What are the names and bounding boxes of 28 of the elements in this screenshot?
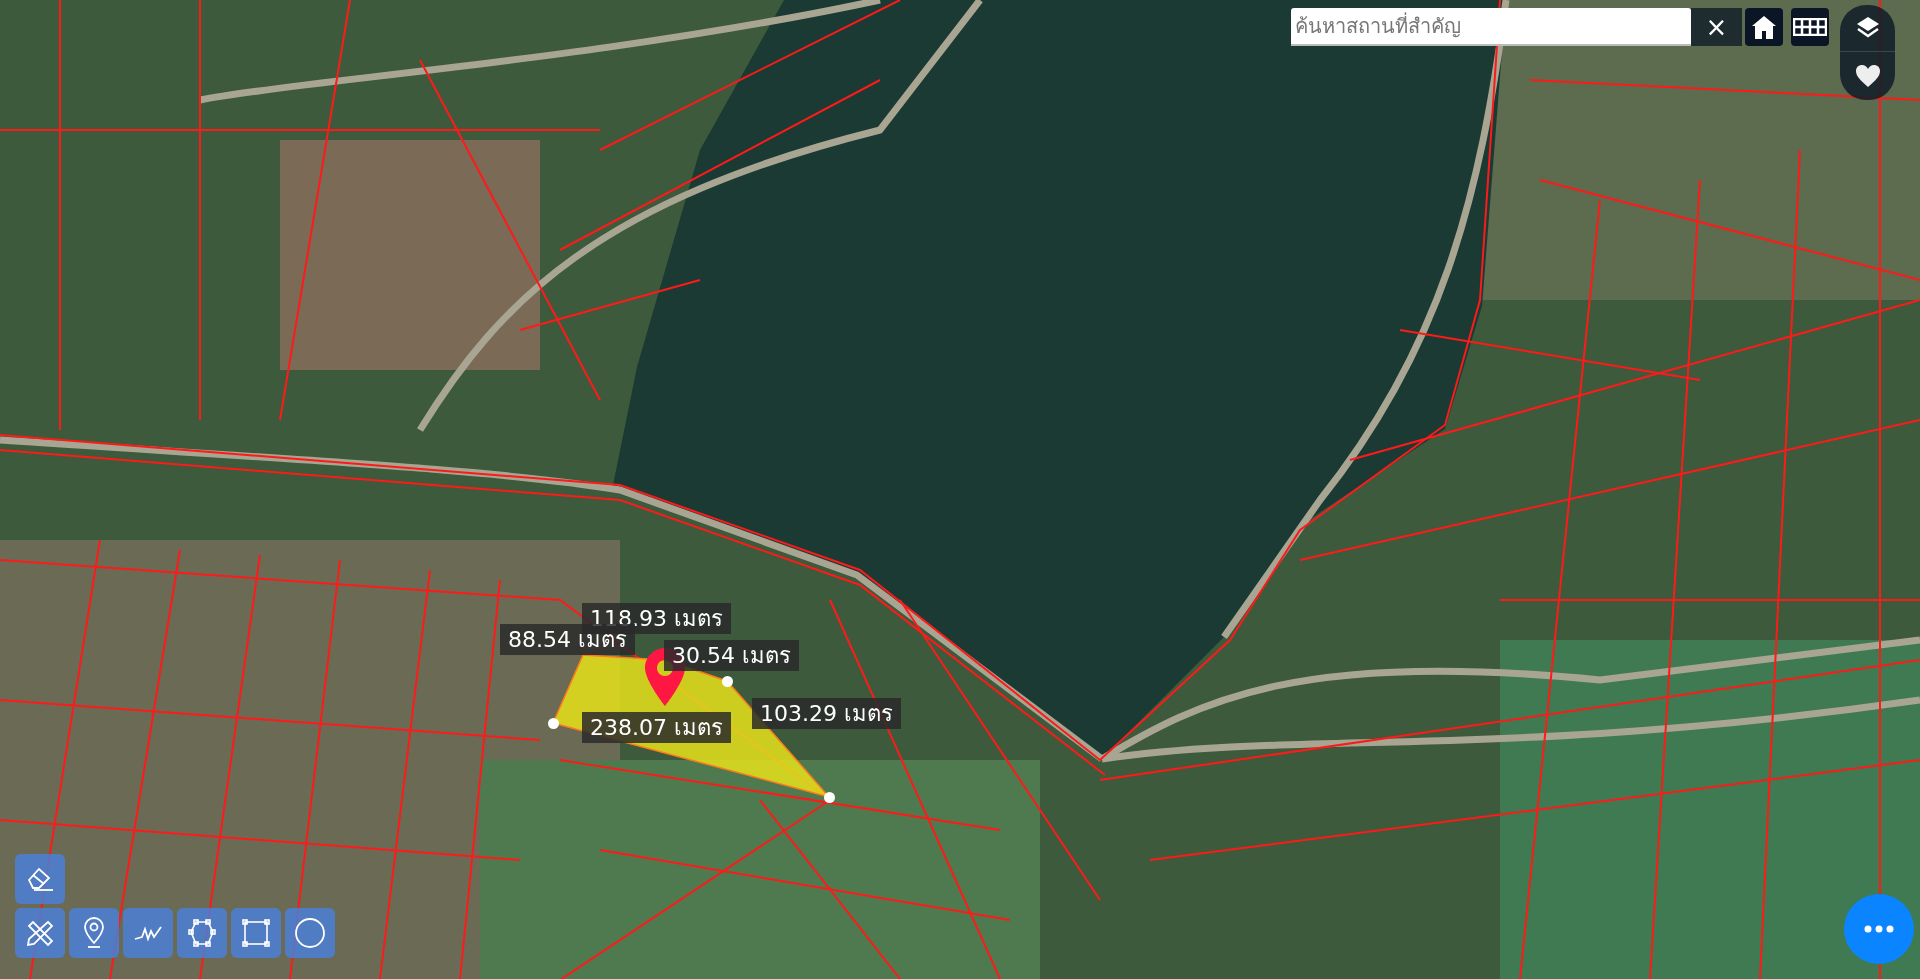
vertex-handle[interactable] — [548, 718, 559, 729]
circle-button[interactable] — [285, 908, 335, 958]
ruler-pencil-icon — [25, 918, 55, 948]
vertex-handle[interactable] — [722, 676, 733, 687]
grid-button[interactable] — [1791, 8, 1829, 46]
distance-label: 30.54 เมตร — [664, 640, 799, 671]
distance-label: 103.29 เมตร — [752, 698, 901, 729]
home-button[interactable] — [1745, 8, 1783, 46]
rectangle-button[interactable] — [231, 908, 281, 958]
eraser-button[interactable] — [15, 854, 65, 904]
distance-label: 238.07 เมตร — [582, 712, 731, 743]
heart-icon — [1854, 63, 1881, 88]
map-pin-icon — [82, 917, 106, 949]
search-field[interactable]: ค้นหาสถานที่สำคัญ — [1291, 8, 1691, 46]
hexagon-icon — [187, 918, 217, 948]
polyline-button[interactable] — [123, 908, 173, 958]
measure-button[interactable] — [15, 908, 65, 958]
distance-label: 88.54 เมตร — [500, 624, 635, 655]
more-icon — [1864, 925, 1894, 933]
home-icon — [1751, 14, 1777, 40]
marker-button[interactable] — [69, 908, 119, 958]
polygon-button[interactable] — [177, 908, 227, 958]
circle-icon — [294, 917, 326, 949]
close-button[interactable]: × — [1691, 8, 1742, 46]
eraser-icon — [25, 866, 55, 892]
grid-icon — [1793, 18, 1827, 36]
vertex-handle[interactable] — [824, 792, 835, 803]
square-icon — [241, 918, 271, 948]
